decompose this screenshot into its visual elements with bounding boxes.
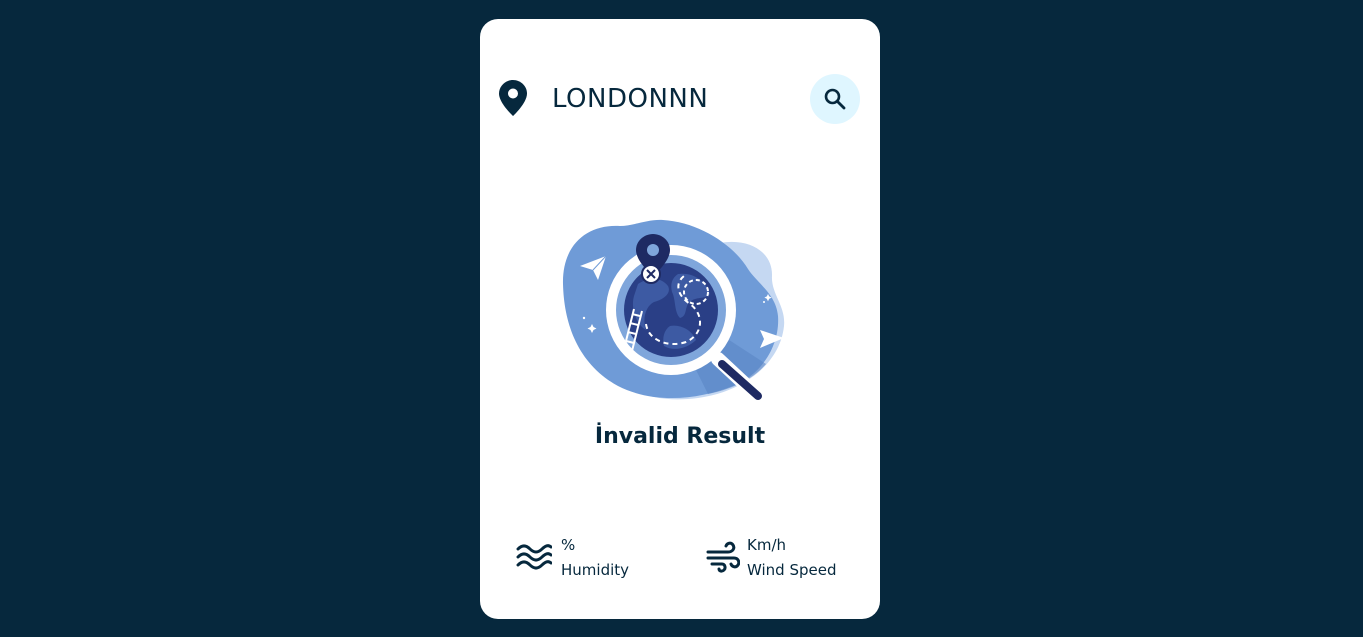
map-pin-icon [499,80,527,116]
result-message: İnvalid Result [594,424,766,449]
search-button[interactable] [810,74,860,124]
humidity-stat: % Humidity [516,533,666,583]
wind-speed-value: Km/h [747,536,787,554]
weather-card: İnvalid Result % Humidity Km/h Wind Spee… [480,19,880,619]
humidity-label: Humidity [561,561,630,579]
location-input[interactable] [552,78,792,120]
wind-icon [706,541,740,573]
wind-speed-label: Wind Speed [747,561,837,579]
search-icon [824,88,846,110]
not-found-globe-illustration [562,219,785,402]
search-box [480,74,880,124]
wind-speed-stat: Km/h Wind Speed [706,533,876,583]
humidity-value: % [561,536,576,554]
water-waves-icon [516,544,552,570]
